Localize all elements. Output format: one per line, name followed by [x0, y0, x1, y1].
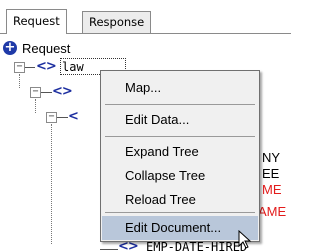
collapse-icon[interactable]: −: [46, 112, 57, 123]
mouse-pointer-icon: [238, 230, 252, 249]
tree-connector: [51, 124, 52, 244]
tree-connector: [57, 117, 68, 118]
tree-connector: [41, 92, 52, 93]
tree-node-label-fragment: EE: [262, 166, 280, 181]
element-tag-icon: <>: [52, 84, 73, 99]
menu-item-edit-data[interactable]: Edit Data...: [102, 108, 258, 132]
plus-circle-icon: +: [3, 40, 17, 55]
menu-separator: [105, 212, 255, 213]
element-tag-icon: <>: [36, 59, 57, 74]
tab-strip: Request Response: [0, 0, 291, 34]
menu-item-map[interactable]: Map...: [102, 76, 258, 100]
menu-item-expand-tree[interactable]: Expand Tree: [102, 140, 258, 164]
tab-response[interactable]: Response: [82, 11, 152, 33]
tree-node-label-fragment: AME: [258, 204, 287, 219]
tree-node-label-fragment: ME: [262, 182, 282, 197]
tree-root-header[interactable]: + Request: [3, 40, 70, 56]
tree-connector: [25, 67, 35, 68]
element-tag-icon: <: [68, 109, 79, 124]
tree-connector: [19, 74, 20, 88]
tree-connector: [35, 99, 36, 113]
context-menu: Map... Edit Data... Expand Tree Collapse…: [100, 70, 260, 242]
collapse-icon[interactable]: −: [30, 87, 41, 98]
tree-node-label-fragment: NY: [262, 150, 281, 165]
menu-item-edit-document[interactable]: Edit Document...: [102, 216, 258, 240]
menu-separator: [105, 104, 255, 105]
tree-header-label: Request: [22, 40, 71, 56]
collapse-icon[interactable]: −: [14, 62, 25, 73]
tree-connector: [100, 249, 118, 250]
menu-separator: [105, 136, 255, 137]
menu-item-reload-tree[interactable]: Reload Tree: [102, 188, 258, 212]
menu-item-collapse-tree[interactable]: Collapse Tree: [102, 164, 258, 188]
tab-request[interactable]: Request: [6, 9, 67, 34]
